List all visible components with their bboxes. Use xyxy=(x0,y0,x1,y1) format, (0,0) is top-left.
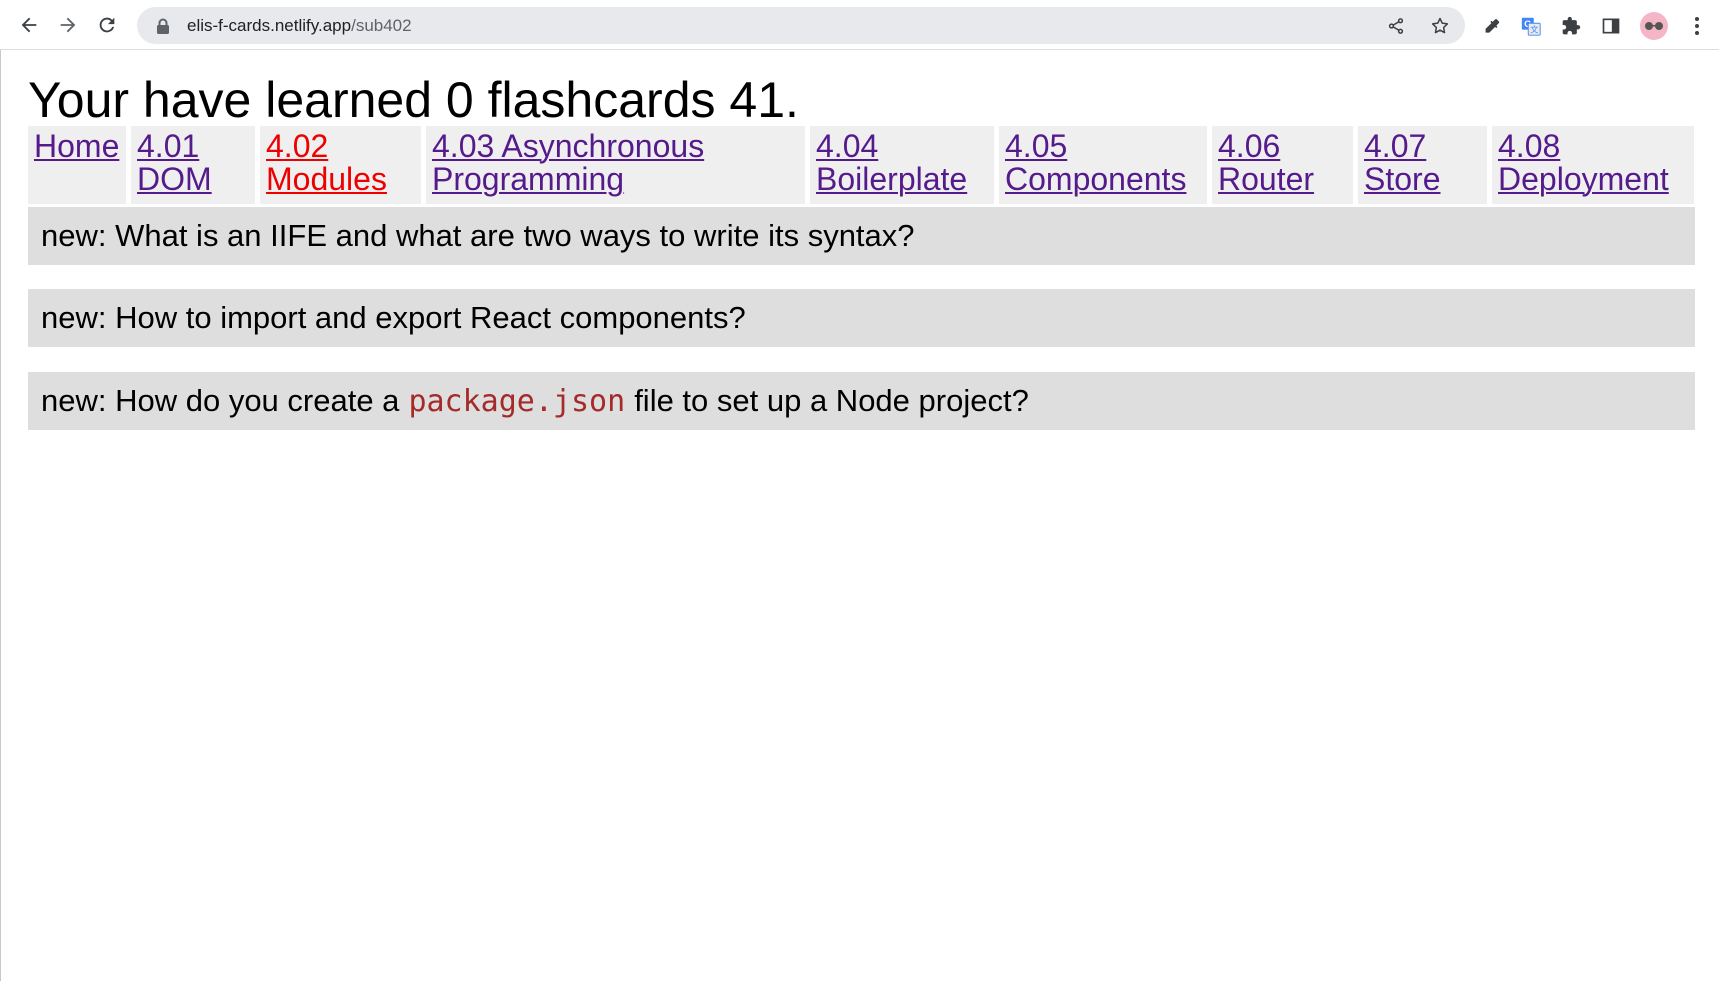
forward-button[interactable] xyxy=(50,7,86,43)
extensions-puzzle-icon[interactable] xyxy=(1560,15,1582,37)
nav-link-label-2: Modules xyxy=(266,161,387,197)
eyedropper-icon[interactable] xyxy=(1480,15,1502,37)
glasses-icon xyxy=(1645,21,1663,30)
nav-cell-401: 4.01 DOM xyxy=(131,126,255,204)
nav-link-label: 4.07 xyxy=(1364,128,1427,164)
nav-link-home[interactable]: Home xyxy=(34,128,119,164)
nav-cell-406: 4.06 Router xyxy=(1212,126,1353,204)
nav-link-406[interactable]: 4.06 Router xyxy=(1218,128,1314,197)
nav-link-label-2: Deployment xyxy=(1498,161,1669,197)
flashcard-question: new: What is an IIFE and what are two wa… xyxy=(41,218,915,253)
topic-nav: Home 4.01 DOM 4.02 Modules 4.03 Asynchrono… xyxy=(28,126,1694,204)
nav-link-label-2: Programming xyxy=(432,161,625,197)
nav-link-label-2: Boilerplate xyxy=(816,161,968,197)
page-title: Your have learned 0 flashcards 41. xyxy=(28,72,799,128)
flashcard[interactable]: new: How to import and export React comp… xyxy=(28,289,1695,347)
arrow-right-icon xyxy=(60,17,76,32)
nav-link-label: 4.01 xyxy=(137,128,200,164)
page-content: Your have learned 0 flashcards 41. Home … xyxy=(0,50,1719,981)
nav-link-label-2: Router xyxy=(1218,161,1315,197)
nav-link-label-2: DOM xyxy=(137,161,212,197)
flashcard-question: new: How do you create a xyxy=(41,383,400,418)
nav-link-408[interactable]: 4.08 Deployment xyxy=(1498,128,1669,197)
inline-code: package.json xyxy=(408,383,626,419)
share-icon[interactable] xyxy=(1385,15,1407,37)
nav-link-label: 4.02 xyxy=(266,128,329,164)
nav-cell-home: Home xyxy=(28,126,126,204)
nav-link-401[interactable]: 4.01 DOM xyxy=(137,128,212,197)
nav-link-404[interactable]: 4.04 Boilerplate xyxy=(816,128,967,197)
nav-link-label: Home xyxy=(34,128,120,164)
nav-cell-408: 4.08 Deployment xyxy=(1492,126,1694,204)
address-bar[interactable]: elis-f-cards.netlify.app/sub402 xyxy=(137,7,1465,44)
side-panel-icon[interactable] xyxy=(1600,15,1622,37)
nav-link-label-2: Components xyxy=(1005,161,1187,197)
url-text: elis-f-cards.netlify.app/sub402 xyxy=(187,16,412,36)
nav-cell-405: 4.05 Components xyxy=(999,126,1207,204)
more-menu-icon[interactable] xyxy=(1686,15,1708,37)
nav-cell-402: 4.02 Modules xyxy=(260,126,421,204)
translate-icon[interactable]: G文 xyxy=(1520,15,1542,37)
nav-link-label: 4.04 xyxy=(816,128,879,164)
url-path: /sub402 xyxy=(351,15,412,35)
reload-button[interactable] xyxy=(89,7,125,43)
nav-link-label: 4.06 xyxy=(1218,128,1281,164)
nav-link-407[interactable]: 4.07 Store xyxy=(1364,128,1440,197)
nav-link-label: 4.05 xyxy=(1005,128,1068,164)
nav-link-label-2: Store xyxy=(1364,161,1441,197)
nav-link-label: 4.08 xyxy=(1498,128,1561,164)
flashcard-question-suffix: file to set up a Node project? xyxy=(634,383,1029,418)
lock-icon xyxy=(155,18,171,34)
flashcard[interactable]: new: What is an IIFE and what are two wa… xyxy=(28,207,1695,265)
nav-link-403[interactable]: 4.03 Asynchronous Programming xyxy=(432,128,704,197)
url-host: elis-f-cards.netlify.app xyxy=(187,15,352,35)
arrow-left-icon xyxy=(21,17,37,32)
back-button[interactable] xyxy=(11,7,47,43)
nav-cell-407: 4.07 Store xyxy=(1358,126,1487,204)
profile-avatar[interactable] xyxy=(1640,11,1668,40)
nav-link-405[interactable]: 4.05 Components xyxy=(1005,128,1186,197)
browser-toolbar: elis-f-cards.netlify.app/sub402 G文 xyxy=(0,0,1719,50)
nav-link-label: 4.03 Asynchronous xyxy=(432,128,705,164)
reload-icon xyxy=(99,17,115,32)
flashcard-question: new: How to import and export React comp… xyxy=(41,300,746,335)
nav-link-402[interactable]: 4.02 Modules xyxy=(266,128,387,197)
svg-text:文: 文 xyxy=(1530,24,1538,34)
star-icon[interactable] xyxy=(1429,15,1451,37)
nav-cell-404: 4.04 Boilerplate xyxy=(810,126,994,204)
flashcard[interactable]: new: How do you create a package.json fi… xyxy=(28,372,1695,430)
nav-cell-403: 4.03 Asynchronous Programming xyxy=(426,126,805,204)
